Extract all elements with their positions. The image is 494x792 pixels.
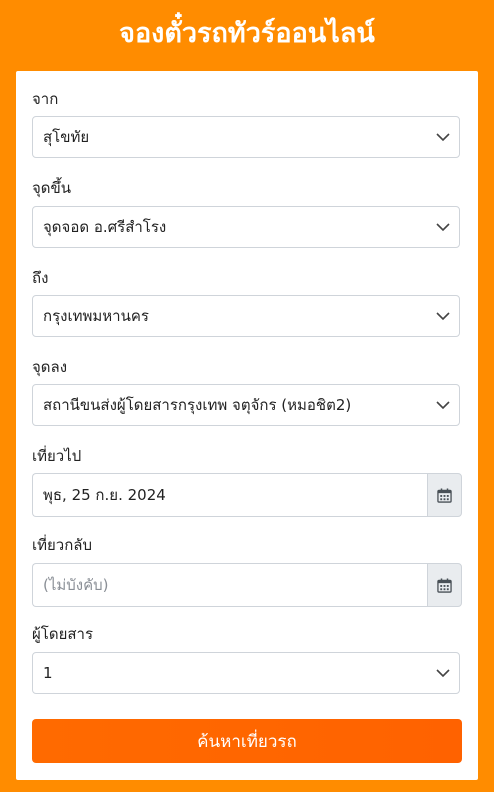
depart-label: เที่ยวไป [32, 447, 82, 465]
chevron-down-icon [436, 223, 450, 232]
depart-date-group: พุธ, 25 ก.ย. 2024 [32, 473, 462, 517]
search-trips-button[interactable]: ค้นหาเที่ยวรถ [32, 719, 462, 763]
booking-form-card: จาก สุโขทัย จุดขึ้น จุดจอด อ.ศรีสำโรง ถึ… [16, 71, 478, 780]
calendar-icon [437, 577, 452, 593]
chevron-down-icon [436, 133, 450, 142]
chevron-down-icon [436, 312, 450, 321]
from-select[interactable]: สุโขทัย [32, 116, 460, 158]
from-label: จาก [32, 90, 59, 108]
depart-calendar-button[interactable] [427, 473, 462, 517]
to-value: กรุงเทพมหานคร [43, 307, 149, 325]
to-select[interactable]: กรุงเทพมหานคร [32, 295, 460, 337]
to-label: ถึง [32, 269, 49, 287]
pickup-value: จุดจอด อ.ศรีสำโรง [43, 218, 167, 236]
booking-page: จองตั๋วรถทัวร์ออนไลน์ จาก สุโขทัย จุดขึ้… [0, 0, 494, 792]
pickup-select[interactable]: จุดจอด อ.ศรีสำโรง [32, 206, 460, 248]
dropoff-select[interactable]: สถานีขนส่งผู้โดยสารกรุงเทพ จตุจักร (หมอช… [32, 384, 460, 426]
passengers-value: 1 [43, 664, 53, 682]
calendar-icon [437, 487, 452, 503]
passengers-select[interactable]: 1 [32, 652, 460, 694]
dropoff-label: จุดลง [32, 358, 68, 376]
return-date-group: (ไม่บังคับ) [32, 563, 462, 607]
page-title: จองตั๋วรถทัวร์ออนไลน์ [119, 17, 375, 49]
pickup-label: จุดขึ้น [32, 179, 72, 197]
return-label: เที่ยวกลับ [32, 536, 93, 554]
from-value: สุโขทัย [43, 128, 90, 146]
dropoff-value: สถานีขนส่งผู้โดยสารกรุงเทพ จตุจักร (หมอช… [43, 396, 352, 414]
return-date-input[interactable]: (ไม่บังคับ) [32, 563, 427, 607]
chevron-down-icon [436, 669, 450, 678]
passengers-label: ผู้โดยสาร [32, 625, 94, 643]
depart-date-input[interactable]: พุธ, 25 ก.ย. 2024 [32, 473, 427, 517]
chevron-down-icon [436, 401, 450, 410]
return-calendar-button[interactable] [427, 563, 462, 607]
